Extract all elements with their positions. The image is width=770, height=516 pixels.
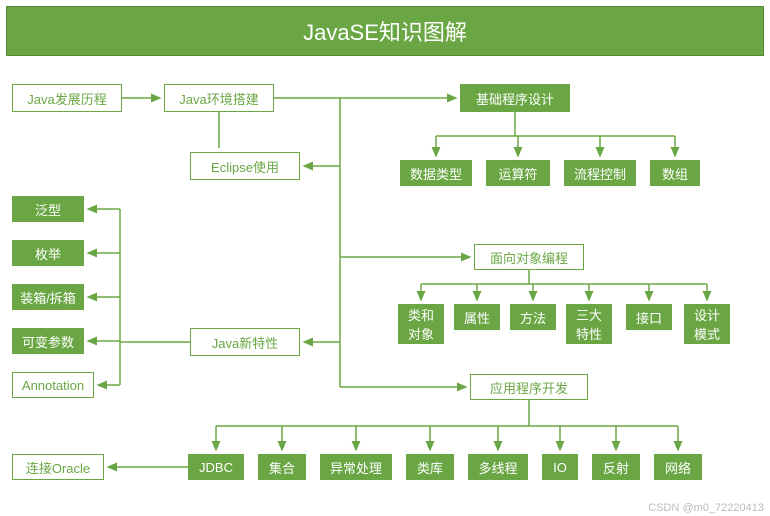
node-jdbc: JDBC [188,454,244,480]
node-flow: 流程控制 [564,160,636,186]
node-enum: 枚举 [12,240,84,266]
node-oop: 面向对象编程 [474,244,584,270]
node-network: 网络 [654,454,702,480]
node-collection: 集合 [258,454,306,480]
node-basic: 基础程序设计 [460,84,570,112]
diagram-title: JavaSE知识图解 [6,6,764,56]
node-env: Java环境搭建 [164,84,274,112]
node-interface: 接口 [626,304,672,330]
node-design: 设计 模式 [684,304,730,344]
node-thread: 多线程 [468,454,528,480]
node-eclipse: Eclipse使用 [190,152,300,180]
node-exception: 异常处理 [320,454,392,480]
node-boxing: 装箱/拆箱 [12,284,84,310]
node-classlib: 类库 [406,454,454,480]
node-newfeat: Java新特性 [190,328,300,356]
node-classobj: 类和 对象 [398,304,444,344]
node-annotation: Annotation [12,372,94,398]
connector-lines [0,56,770,516]
node-three: 三大 特性 [566,304,612,344]
node-io: IO [542,454,578,480]
node-oracle: 连接Oracle [12,454,104,480]
node-attr: 属性 [454,304,500,330]
diagram-canvas: Java发展历程 Java环境搭建 基础程序设计 Eclipse使用 数据类型 … [0,56,770,516]
node-history: Java发展历程 [12,84,122,112]
node-varargs: 可变参数 [12,328,84,354]
watermark: CSDN @m0_72220413 [648,502,764,514]
node-dtype: 数据类型 [400,160,472,186]
node-appdev: 应用程序开发 [470,374,588,400]
node-generic: 泛型 [12,196,84,222]
node-array: 数组 [650,160,700,186]
node-operator: 运算符 [486,160,550,186]
node-method: 方法 [510,304,556,330]
node-reflect: 反射 [592,454,640,480]
